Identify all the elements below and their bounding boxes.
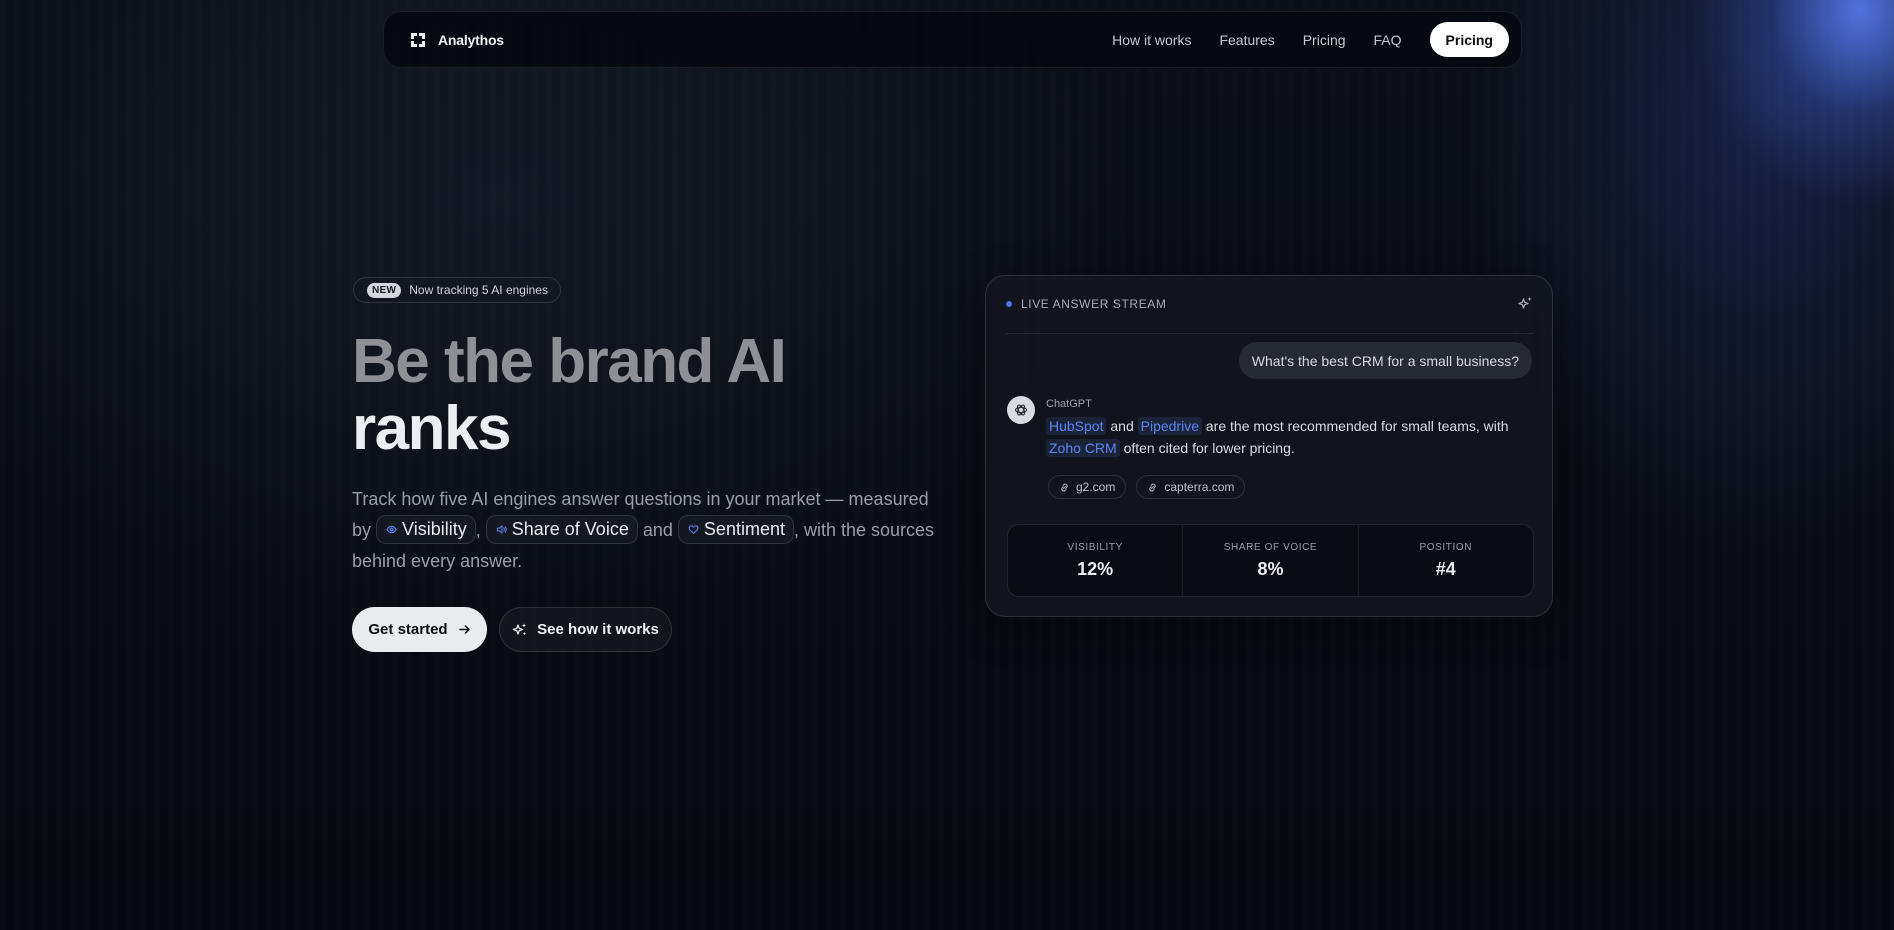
get-started-button[interactable]: Get started <box>352 607 487 652</box>
logo-icon <box>410 32 426 48</box>
hero-headline: Be the brand AI ranks <box>352 328 952 462</box>
chip-share-label: Share of Voice <box>511 518 629 539</box>
brand-logo[interactable]: Analythos <box>410 32 504 48</box>
metric-share-of-voice: SHARE OF VOICE 8% <box>1182 525 1357 596</box>
nav-link-how-it-works[interactable]: How it works <box>1112 32 1191 48</box>
eye-icon <box>386 525 397 534</box>
badge-text: Now tracking 5 AI engines <box>409 283 548 297</box>
openai-icon <box>1014 404 1028 416</box>
see-how-label: See how it works <box>537 621 659 638</box>
user-question-bubble: What's the best CRM for a small business… <box>1238 342 1532 379</box>
answer-end: often cited for lower pricing. <box>1123 440 1295 456</box>
get-started-label: Get started <box>368 621 448 638</box>
chip-visibility-label: Visibility <box>402 518 467 539</box>
ai-answer-text: HubSpot and Pipedrive are the most recom… <box>1046 415 1536 459</box>
brand-mention-zoho: Zoho CRM <box>1046 439 1120 457</box>
metric-label: SHARE OF VOICE <box>1223 541 1318 553</box>
link-icon <box>1149 483 1157 491</box>
source-links: g2.com capterra.com <box>1048 475 1246 499</box>
metric-label: VISIBILITY <box>1067 541 1123 553</box>
brand-name: Analythos <box>438 31 504 48</box>
nav-links: How it works Features Pricing FAQ Pricin… <box>1112 22 1509 57</box>
see-how-it-works-button[interactable]: See how it works <box>499 607 672 652</box>
chip-share-of-voice: Share of Voice <box>485 514 638 544</box>
live-indicator-dot <box>1006 300 1012 307</box>
top-navbar: Analythos How it works Features Pricing … <box>383 11 1522 68</box>
speaker-icon <box>496 525 507 534</box>
source-chip[interactable]: g2.com <box>1048 475 1127 499</box>
metric-label: POSITION <box>1419 541 1473 553</box>
sparkles-icon <box>513 623 527 635</box>
new-badge[interactable]: NEW Now tracking 5 AI engines <box>353 277 561 303</box>
page-background <box>0 0 1894 930</box>
chip-sentiment-label: Sentiment <box>703 518 785 539</box>
nav-link-pricing[interactable]: Pricing <box>1303 32 1346 48</box>
hero-subtitle: Track how five AI engines answer questio… <box>352 484 942 577</box>
chatgpt-avatar <box>1007 396 1035 424</box>
live-stream-label: LIVE ANSWER STREAM <box>1021 296 1167 311</box>
nav-link-features[interactable]: Features <box>1219 32 1274 48</box>
arrow-right-icon <box>458 625 470 634</box>
nav-pricing-button[interactable]: Pricing <box>1429 22 1509 57</box>
subtitle-and: and <box>642 520 673 540</box>
answer-middle: are the most recommended for small teams… <box>1205 418 1509 434</box>
metrics-panel: VISIBILITY 12% SHARE OF VOICE 8% POSITIO… <box>1007 524 1534 597</box>
chip-visibility: Visibility <box>376 514 476 544</box>
metric-value: 8% <box>1257 558 1284 579</box>
heart-icon <box>688 525 699 534</box>
metric-visibility: VISIBILITY 12% <box>1008 525 1182 596</box>
headline-line-1: Be the brand AI <box>352 327 787 396</box>
nav-link-faq[interactable]: FAQ <box>1374 32 1402 48</box>
brand-mention-pipedrive: Pipedrive <box>1137 417 1202 435</box>
engine-name: ChatGPT <box>1046 398 1092 410</box>
link-icon <box>1061 483 1068 491</box>
source-label: capterra.com <box>1164 480 1235 494</box>
headline-line-2: ranks <box>352 394 511 463</box>
chip-sentiment: Sentiment <box>677 514 794 544</box>
metric-value: #4 <box>1435 558 1456 579</box>
brand-mention-hubspot: HubSpot <box>1046 417 1107 435</box>
subtitle-comma: , <box>475 520 481 540</box>
live-answer-card: LIVE ANSWER STREAM What's the best CRM f… <box>985 275 1553 617</box>
metric-value: 12% <box>1077 558 1114 579</box>
metric-position: POSITION #4 <box>1357 525 1533 596</box>
card-header: LIVE ANSWER STREAM <box>1006 286 1534 334</box>
source-label: g2.com <box>1076 480 1116 494</box>
source-chip[interactable]: capterra.com <box>1136 475 1246 499</box>
sparkles-icon[interactable] <box>1517 295 1534 312</box>
answer-and: and <box>1110 418 1134 434</box>
badge-tag: NEW <box>367 282 402 298</box>
